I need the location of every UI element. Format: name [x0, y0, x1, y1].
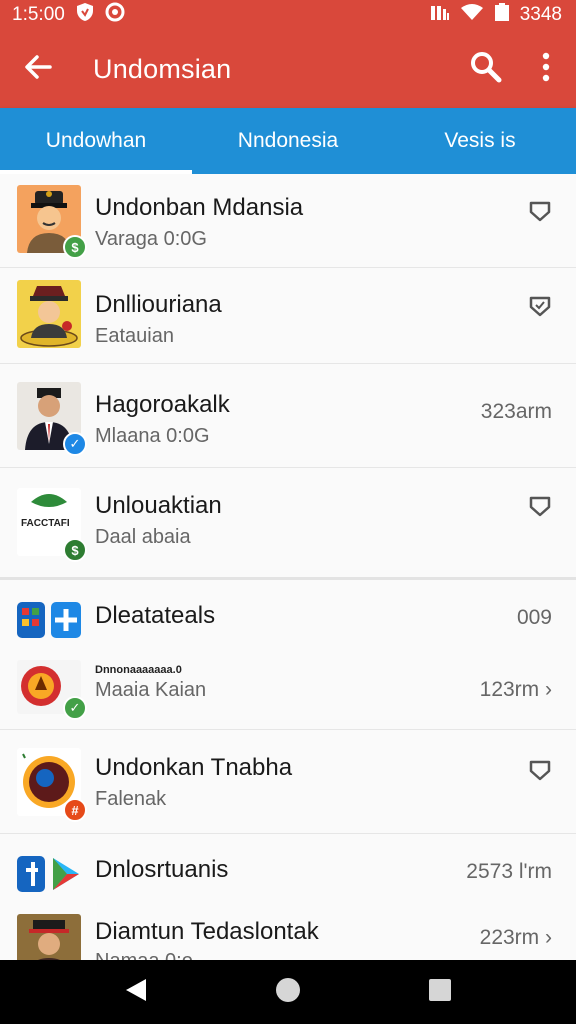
more-options-button[interactable]	[516, 30, 576, 108]
badge-icon: #	[63, 798, 87, 822]
item-subtitle: Maaia Kaian	[95, 679, 207, 701]
item-subtitle: Daal abaia	[95, 526, 191, 548]
item-tiny-title: Dnnonaaaaaaa.0	[95, 664, 182, 676]
tab-vesis-is[interactable]: Vesis is	[384, 108, 576, 174]
avatar: ✓	[17, 382, 87, 456]
contact-list: $ Undonban Mdansia Varaga 0:0G Dnlliouri…	[0, 174, 576, 960]
avatar: $	[17, 185, 87, 259]
item-title: Unlouaktian	[95, 492, 222, 519]
item-subtitle: Eatauian	[95, 325, 174, 347]
more-vert-icon	[541, 52, 551, 87]
badge-icon: $	[63, 235, 87, 259]
home-circle-icon	[275, 977, 301, 1008]
avatar	[17, 600, 81, 640]
item-meta: 123rm ›	[479, 678, 552, 701]
item-meta: 223rm ›	[479, 926, 552, 949]
status-time: 1:5:00	[12, 4, 65, 25]
navigation-bar	[0, 960, 576, 1024]
avatar	[17, 280, 81, 348]
badge-icon: $	[63, 538, 87, 562]
item-meta: 323arm	[480, 400, 552, 423]
item-title: Dleatateals	[95, 602, 216, 629]
item-subtitle: Varaga 0:0G	[95, 228, 207, 250]
status-right-text: 3348	[519, 4, 562, 25]
tag-icon	[528, 494, 552, 523]
recents-square-icon	[428, 978, 452, 1007]
back-arrow-icon	[24, 54, 52, 85]
avatar: ✓	[17, 660, 87, 720]
item-title: Hagoroakalk	[95, 391, 230, 418]
search-button[interactable]	[456, 30, 516, 108]
item-title: Undonban Mdansia	[95, 194, 304, 221]
item-meta: 009	[516, 606, 552, 629]
status-bar: 1:5:00 3348	[0, 0, 576, 30]
list-item[interactable]: ✓ Hagoroakalk Mlaana 0:0G 323arm	[0, 364, 576, 468]
tab-bar: Undowhan Nndonesia Vesis is	[0, 108, 576, 174]
avatar: FACCTAFI $	[17, 488, 87, 562]
badge-icon: ✓	[63, 696, 87, 720]
list-item[interactable]: Dleatateals 009	[0, 580, 576, 650]
nav-recents-button[interactable]	[410, 962, 470, 1022]
back-button[interactable]	[0, 30, 76, 108]
tag-icon	[528, 758, 552, 787]
item-title: Dnlosrtuanis	[95, 856, 229, 883]
tag-check-button[interactable]	[526, 294, 554, 322]
list-item[interactable]: $ Undonban Mdansia Varaga 0:0G	[0, 174, 576, 268]
app-title: Undomsian	[93, 53, 232, 84]
avatar-logo-text: FACCTAFI	[21, 518, 70, 529]
tag-check-icon	[528, 294, 552, 323]
list-item[interactable]: # Undonkan Tnabha Falenak	[0, 730, 576, 834]
list-item[interactable]: Dnlosrtuanis 2573 l'rm	[0, 834, 576, 904]
list-item[interactable]: FACCTAFI $ Unlouaktian Daal abaia	[0, 468, 576, 580]
back-triangle-icon	[124, 977, 148, 1008]
avatar: #	[17, 748, 87, 822]
tag-button[interactable]	[526, 758, 554, 786]
app-bar: Undomsian	[0, 30, 576, 108]
item-meta: 2573 l'rm	[466, 860, 552, 883]
badge-icon: ✓	[63, 432, 87, 456]
tab-undowhan[interactable]: Undowhan	[0, 108, 192, 174]
search-icon	[469, 50, 503, 89]
avatar	[17, 914, 81, 960]
signal-icon	[430, 3, 450, 27]
avatar	[17, 854, 81, 894]
item-title: Diamtun Tedaslontak	[95, 918, 319, 945]
wifi-icon	[460, 3, 484, 27]
tag-button[interactable]	[526, 199, 554, 227]
nav-back-button[interactable]	[106, 962, 166, 1022]
battery-icon	[494, 3, 510, 27]
item-title: Undonkan Tnabha	[95, 754, 293, 781]
tab-nndonesia[interactable]: Nndonesia	[192, 108, 384, 174]
item-subtitle: Namaa 0:o	[95, 950, 456, 960]
list-item[interactable]: Diamtun Tedaslontak Namaa 0:o 223rm ›	[0, 904, 576, 960]
settings-circle-icon	[105, 2, 125, 28]
shield-icon	[75, 2, 95, 28]
nav-home-button[interactable]	[258, 962, 318, 1022]
tag-icon	[528, 199, 552, 228]
item-title: Dnlliouriana	[95, 291, 222, 318]
item-subtitle: Mlaana 0:0G	[95, 425, 210, 447]
list-item[interactable]: ✓ Dnnonaaaaaaa.0 Maaia Kaian 123rm ›	[0, 650, 576, 730]
list-item[interactable]: Dnlliouriana Eatauian	[0, 268, 576, 364]
item-subtitle: Falenak	[95, 788, 167, 810]
tag-button[interactable]	[526, 494, 554, 522]
